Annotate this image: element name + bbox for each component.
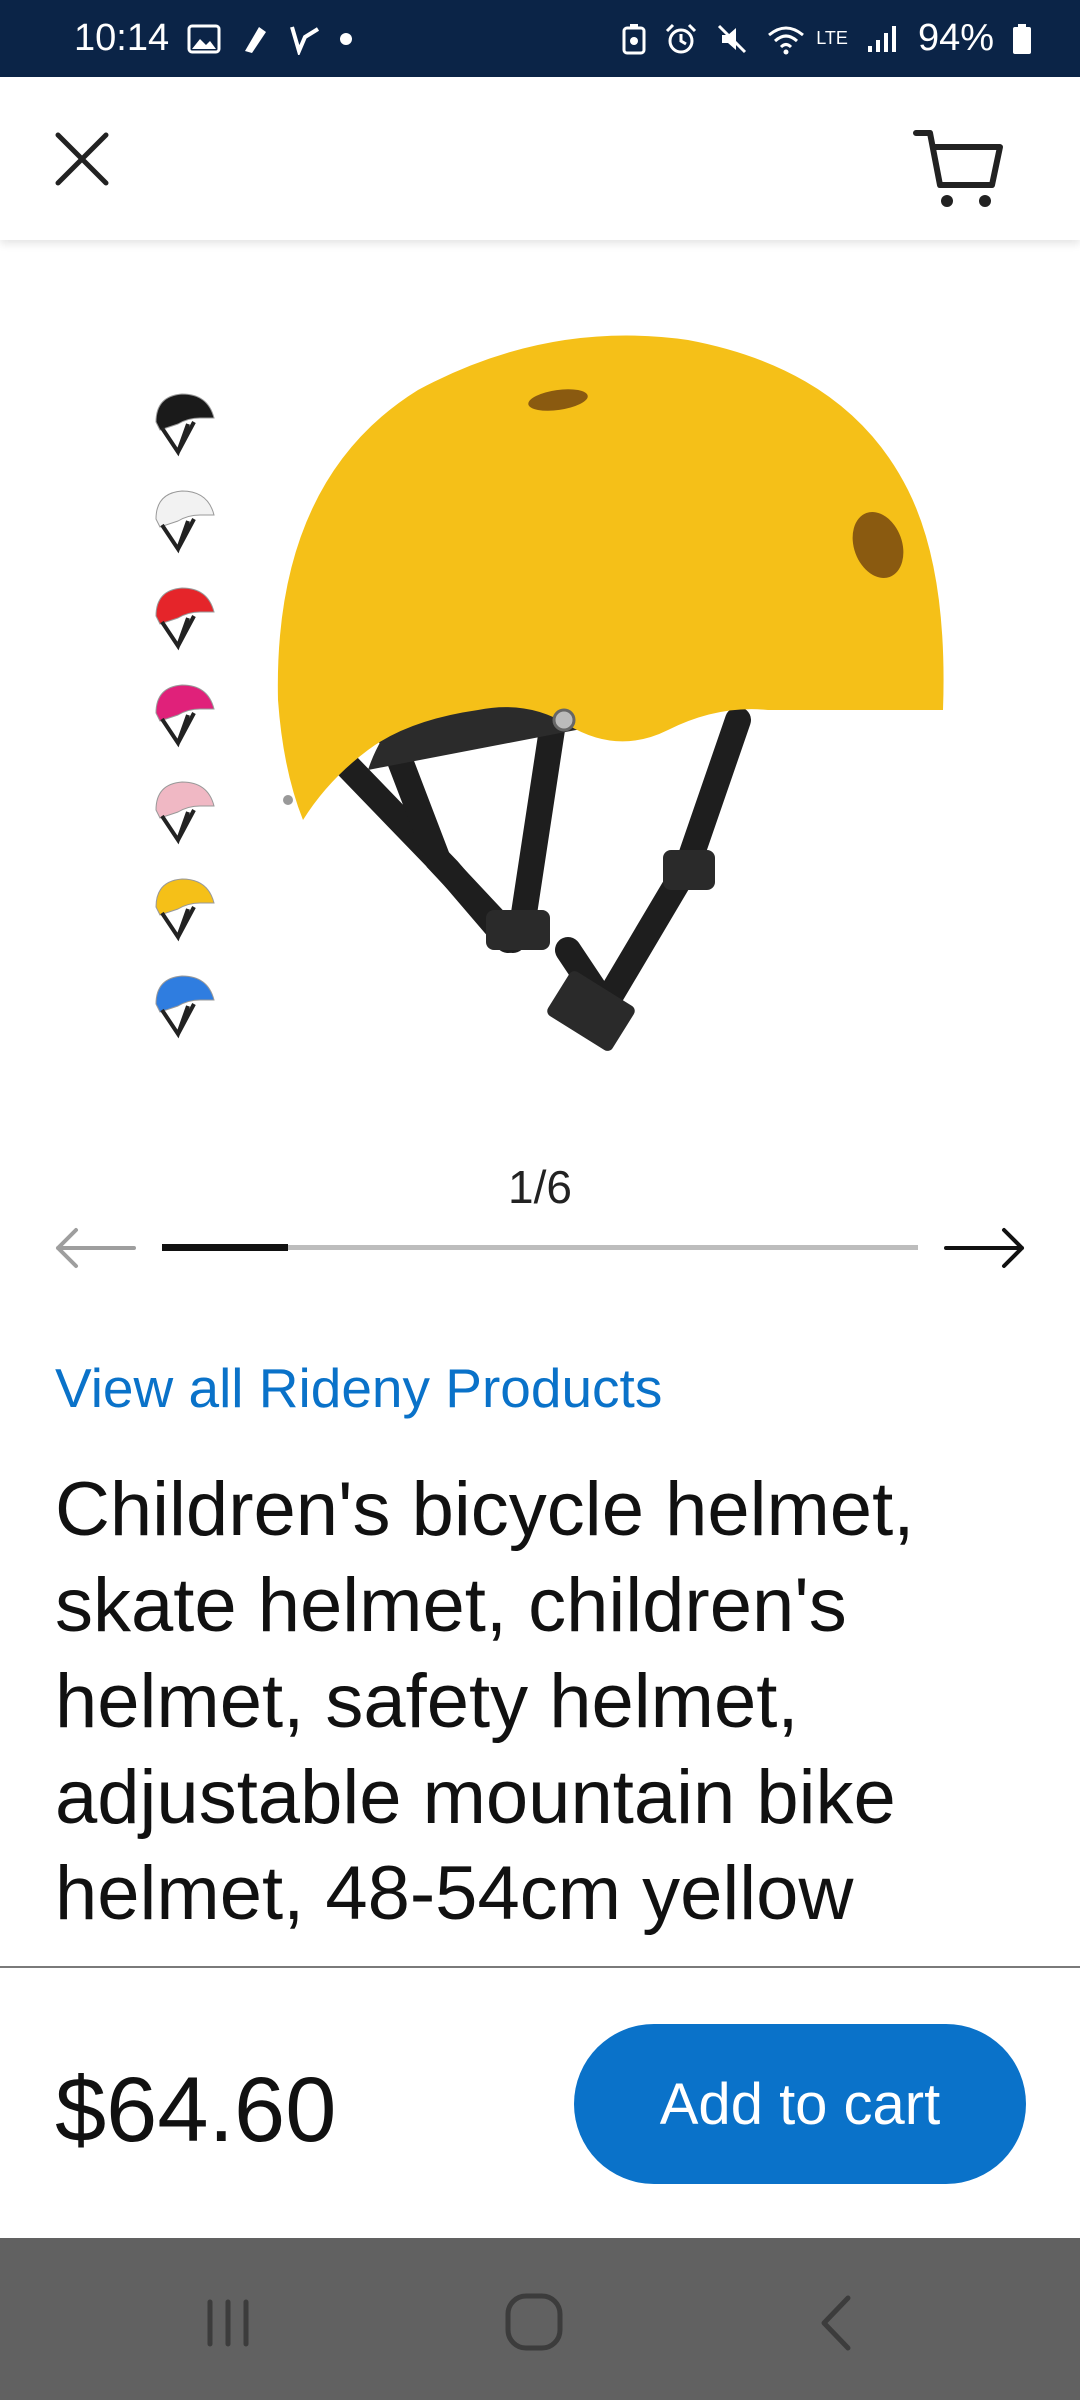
add-to-cart-button[interactable]: Add to cart: [574, 2024, 1026, 2184]
status-time: 10:14: [74, 17, 170, 59]
arrow-right-icon[interactable]: [942, 1224, 1028, 1272]
image-counter: 1/6: [508, 1161, 572, 1213]
status-right: LTE 94%: [622, 17, 1032, 60]
battery-percent: 94%: [917, 17, 994, 59]
top-bar: [0, 77, 1080, 240]
color-thumbnail-blue[interactable]: [148, 970, 220, 1042]
product-price: $64.60: [55, 2059, 337, 2161]
app-notification-icon: [289, 23, 321, 55]
signal-icon: [866, 24, 900, 54]
product-gallery: [0, 240, 1080, 1110]
view-all-products-link[interactable]: View all Rideny Products: [55, 1356, 662, 1420]
arrow-left-icon[interactable]: [52, 1224, 138, 1272]
home-icon[interactable]: [496, 2288, 576, 2358]
product-image[interactable]: [248, 300, 978, 1100]
color-thumbnail-white[interactable]: [148, 485, 220, 557]
color-thumbnail-light-pink[interactable]: [148, 776, 220, 848]
mute-icon: [716, 23, 748, 55]
close-icon[interactable]: [52, 129, 112, 189]
app-notification-icon: [239, 23, 271, 55]
back-icon[interactable]: [800, 2288, 880, 2358]
color-thumbnail-red[interactable]: [148, 582, 220, 654]
color-thumbnail-black[interactable]: [148, 388, 220, 460]
color-thumbnail-pink[interactable]: [148, 679, 220, 751]
status-bar: 10:14 LTE 94%: [0, 0, 1080, 77]
product-title: Children's bicycle helmet, skate helmet,…: [55, 1467, 915, 1936]
cart-icon[interactable]: [912, 125, 1004, 213]
dot-icon: [339, 32, 353, 46]
recent-apps-icon[interactable]: [190, 2288, 270, 2358]
gallery-progress-bar: [162, 1244, 918, 1251]
alarm-icon: [664, 23, 698, 55]
battery-saver-icon: [622, 23, 646, 55]
wifi-icon: [766, 23, 806, 55]
color-thumbnail-yellow[interactable]: [148, 873, 220, 945]
status-left: 10:14: [74, 17, 353, 60]
battery-icon: [1012, 23, 1032, 55]
buy-bar: $64.60 Add to cart: [0, 1966, 1080, 2240]
gallery-icon: [187, 24, 221, 54]
gallery-progress-fill: [162, 1244, 288, 1251]
lte-label: LTE: [816, 28, 848, 48]
navigation-bar: [0, 2238, 1080, 2400]
